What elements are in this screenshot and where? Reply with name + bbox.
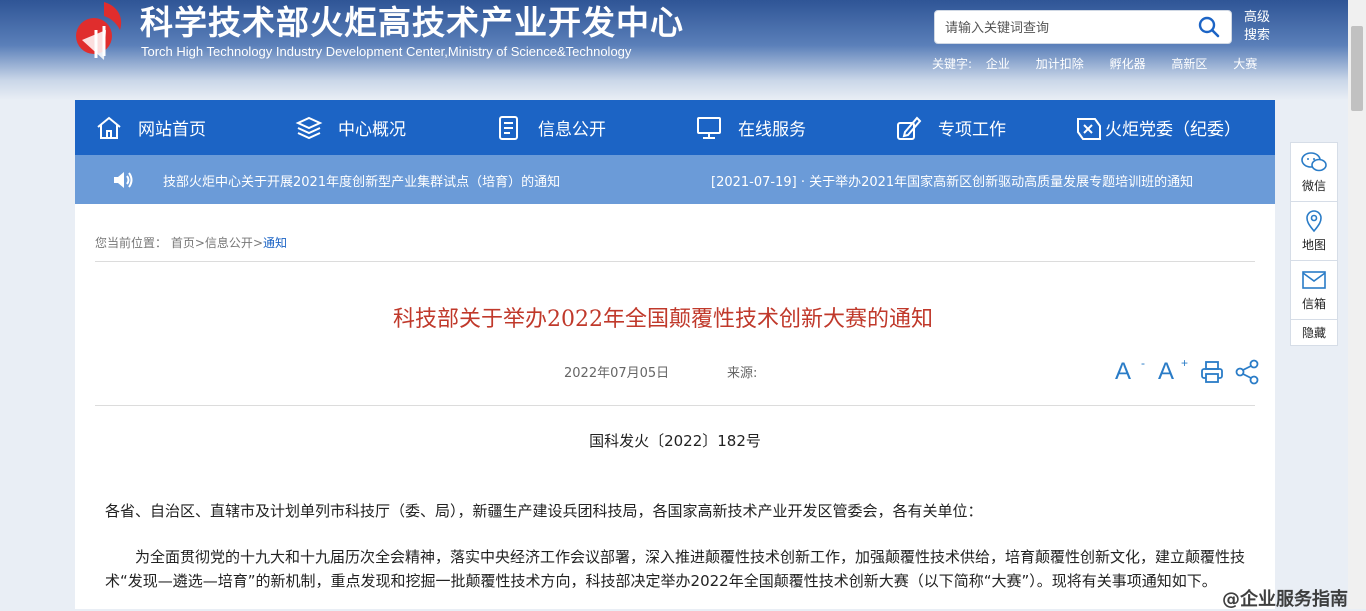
party-icon [1077, 117, 1101, 140]
keywords-label: 关键字: [932, 57, 973, 71]
main-nav: 网站首页 中心概况 信息公开 在线服务 专项工作 火炬党委（纪委） [75, 100, 1275, 155]
nav-item-label: 网站首页 [138, 120, 206, 140]
font-label: A [1115, 358, 1132, 385]
mail-icon [1302, 271, 1326, 289]
layers-icon [295, 116, 323, 139]
nav-item-home[interactable]: 网站首页 [95, 100, 206, 155]
article-title: 科技部关于举办2022年全国颠覆性技术创新大赛的通知 [393, 307, 933, 332]
share-icon[interactable] [1234, 359, 1260, 385]
nav-item-info[interactable]: 信息公开 [495, 100, 606, 155]
mailbox-button[interactable]: 信箱 [1291, 261, 1337, 320]
nav-item-party[interactable]: 火炬党委（纪委） [1075, 100, 1241, 155]
breadcrumb-current[interactable]: 通知 [263, 236, 287, 250]
hide-panel-button[interactable]: 隐藏 [1291, 320, 1337, 345]
side-float-panel: 微信 地图 信箱 隐藏 [1290, 142, 1338, 346]
site-subtitle: Torch High Technology Industry Developme… [141, 44, 632, 59]
nav-item-special[interactable]: 专项工作 [895, 100, 1006, 155]
site-title[interactable]: 科学技术部火炬高技术产业开发中心 [140, 0, 684, 44]
search-input[interactable] [943, 11, 1187, 45]
torch-logo[interactable] [74, 0, 130, 62]
font-label: A [1158, 358, 1175, 385]
breadcrumb-label: 您当前位置： [95, 236, 168, 250]
decrease-mark: - [1141, 356, 1145, 370]
breadcrumb-separator: > [252, 236, 263, 250]
document-number: 国科发火〔2022〕182号 [589, 432, 761, 450]
breadcrumb: 您当前位置： 首页>信息公开>通知 [95, 234, 287, 251]
divider [95, 261, 1255, 262]
article-source-label: 来源: [727, 366, 758, 381]
map-pin-icon [1306, 210, 1322, 233]
article-salutation: 各省、自治区、直辖市及计划单列市科技厅（委、局），新疆生产建设兵团科技局，各国家… [105, 502, 983, 520]
nav-item-label: 在线服务 [738, 120, 806, 140]
article-tools: A- A + [1115, 356, 1269, 386]
divider [95, 405, 1255, 406]
search-box [934, 10, 1232, 45]
nav-item-label: 信息公开 [538, 120, 606, 140]
keyword-link[interactable]: 加计扣除 [1036, 57, 1084, 71]
nav-item-label: 专项工作 [938, 120, 1006, 140]
breadcrumb-section[interactable]: 信息公开 [205, 236, 253, 250]
ticker-item[interactable]: [2021-07-19] · 关于举办2021年国家高新区创新驱动高质量发展专题… [711, 171, 1193, 190]
keyword-link[interactable]: 企业 [986, 57, 1010, 71]
page-scrollbar[interactable] [1348, 0, 1366, 609]
search-icon[interactable] [1197, 15, 1221, 39]
wechat-icon [1301, 152, 1327, 172]
breadcrumb-home[interactable]: 首页 [171, 236, 195, 250]
print-icon[interactable] [1199, 359, 1225, 385]
nav-item-label: 中心概况 [338, 120, 406, 140]
monitor-icon [697, 116, 721, 139]
article-container: 您当前位置： 首页>信息公开>通知 科技部关于举办2022年全国颠覆性技术创新大… [75, 204, 1275, 609]
keyword-link[interactable]: 大赛 [1233, 57, 1257, 71]
article-paragraph: 为全面贯彻党的十九大和十九届历次全会精神，落实中央经济工作会议部署，深入推进颠覆… [105, 548, 1246, 590]
map-label: 地图 [1301, 238, 1326, 252]
font-increase-button[interactable]: A + [1158, 356, 1188, 386]
wechat-label: 微信 [1301, 179, 1326, 193]
nav-item-about[interactable]: 中心概况 [295, 100, 406, 155]
article-date: 2022年07月05日 [564, 366, 670, 381]
ticker-item[interactable]: 技部火炬中心关于开展2021年度创新型产业集群试点（培育）的通知 [163, 171, 560, 190]
nav-item-online[interactable]: 在线服务 [695, 100, 806, 155]
advanced-search-link[interactable]: 高级搜索 [1244, 9, 1276, 45]
document-icon [499, 115, 518, 140]
speaker-icon [114, 172, 133, 188]
watermark: @企业服务指南 [1222, 589, 1348, 610]
edit-icon [897, 116, 922, 140]
home-icon [97, 116, 121, 139]
keywords-bar: 关键字: 企业 加计扣除 孵化器 高新区 大赛 [932, 55, 1279, 72]
wechat-button[interactable]: 微信 [1291, 143, 1337, 202]
keyword-link[interactable]: 孵化器 [1110, 57, 1146, 71]
nav-item-label: 火炬党委（纪委） [1105, 120, 1241, 140]
font-decrease-button[interactable]: A- [1115, 356, 1145, 386]
breadcrumb-separator: > [194, 236, 205, 250]
keyword-link[interactable]: 高新区 [1171, 57, 1207, 71]
increase-mark: + [1180, 356, 1188, 370]
scrollbar-thumb[interactable] [1351, 26, 1363, 111]
header: 科学技术部火炬高技术产业开发中心 Torch High Technology I… [0, 0, 1366, 100]
map-button[interactable]: 地图 [1291, 202, 1337, 261]
mail-label: 信箱 [1301, 297, 1326, 311]
news-ticker: 技部火炬中心关于开展2021年度创新型产业集群试点（培育）的通知 [2021-0… [75, 155, 1275, 204]
